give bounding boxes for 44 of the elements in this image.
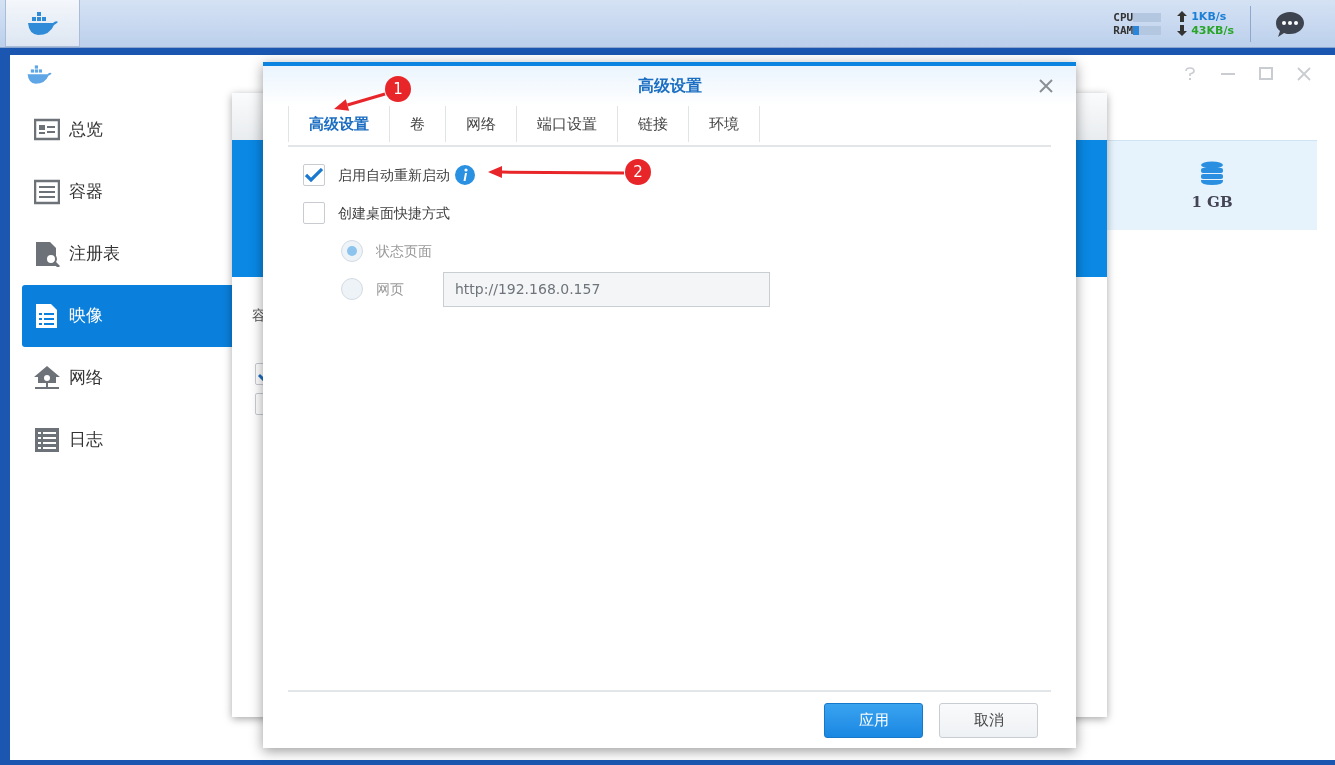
annotation-arrow — [334, 92, 386, 111]
whale-icon — [26, 63, 52, 85]
tab[interactable]: 网络 — [446, 106, 517, 142]
upload-rate: 1KB/s — [1191, 9, 1227, 24]
id-card-icon — [34, 117, 60, 143]
document-list-icon — [34, 303, 60, 329]
help-icon[interactable] — [1183, 67, 1197, 81]
tab[interactable]: 链接 — [618, 106, 689, 142]
sidebar-item[interactable]: 注册表 — [22, 223, 232, 285]
maximize-icon[interactable] — [1259, 67, 1273, 81]
close-icon[interactable] — [1297, 67, 1311, 81]
option-label: 网页 — [376, 279, 404, 299]
tab[interactable]: 卷 — [390, 106, 446, 142]
download-rate: 43KB/s — [1191, 23, 1234, 38]
checkbox[interactable] — [303, 202, 325, 224]
download-arrow-icon — [1177, 25, 1188, 36]
database-icon — [1200, 160, 1224, 185]
option-label: 创建桌面快捷方式 — [338, 203, 450, 223]
document-search-icon — [34, 241, 60, 267]
app-launcher-button[interactable] — [5, 0, 80, 47]
sidebar-item[interactable]: 日志 — [22, 409, 232, 471]
meter-label: RAM — [1113, 23, 1134, 37]
tab[interactable]: 端口设置 — [517, 106, 618, 142]
chat-icon[interactable] — [1275, 9, 1305, 38]
option-label: 状态页面 — [376, 241, 432, 261]
info-icon[interactable] — [455, 165, 475, 185]
usage-meter — [1133, 25, 1162, 35]
sidebar-item[interactable]: 网络 — [22, 347, 232, 409]
storage-size: 1 GB — [1191, 192, 1233, 211]
list-box-icon — [34, 179, 60, 205]
sidebar-item[interactable]: 总览 — [22, 99, 232, 161]
checkbox[interactable] — [303, 164, 325, 186]
option-label: 启用自动重新启动 — [338, 165, 450, 185]
list-icon — [34, 427, 60, 453]
tab[interactable]: 环境 — [689, 106, 760, 142]
upload-arrow-icon — [1177, 11, 1188, 22]
cancel-button[interactable]: 取消 — [939, 702, 1038, 738]
meter-label: CPU — [1113, 10, 1134, 24]
close-icon[interactable] — [1039, 79, 1053, 93]
whale-icon — [25, 9, 60, 37]
sidebar-item[interactable]: 映像 — [22, 285, 232, 347]
sidebar-item[interactable]: 容器 — [22, 161, 232, 223]
dialog-title: 高级设置 — [637, 75, 702, 97]
house-network-icon — [34, 365, 60, 391]
